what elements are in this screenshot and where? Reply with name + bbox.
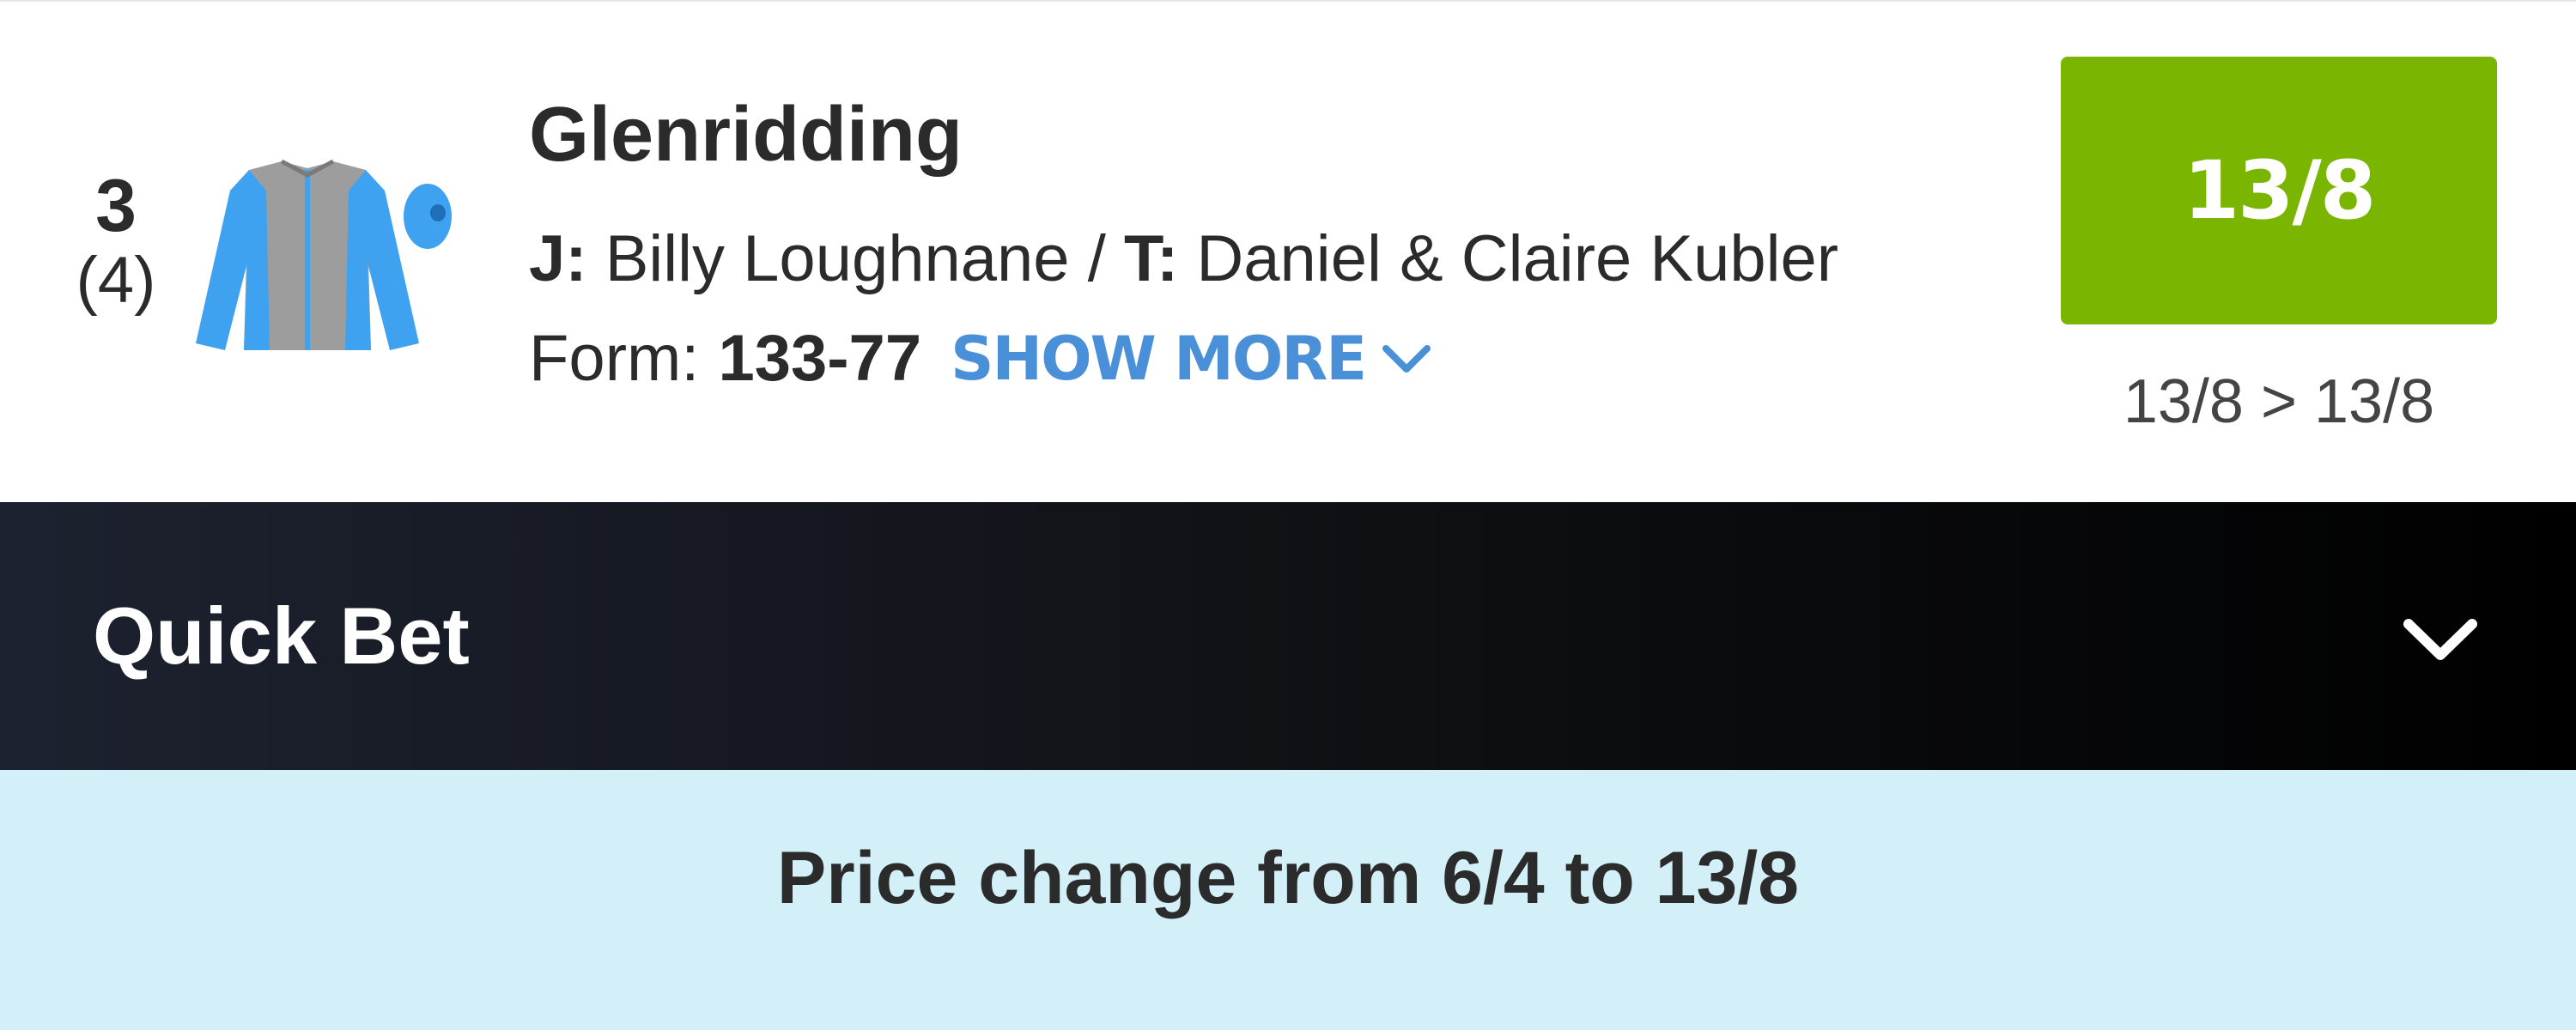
jockey-name: Billy Loughnane [605, 222, 1070, 295]
chevron-down-icon [1382, 345, 1431, 373]
chevron-down-icon [2403, 619, 2477, 660]
form-value: 133-77 [718, 322, 922, 395]
quick-bet-header[interactable]: Quick Bet [0, 502, 2576, 770]
quick-bet-toggle[interactable] [2396, 595, 2485, 684]
connections-separator: / [1087, 222, 1106, 295]
show-more-label: SHOW MORE [951, 324, 1367, 394]
show-more-button[interactable]: SHOW MORE [951, 329, 1431, 389]
trainer-name: Daniel & Claire Kubler [1196, 222, 1839, 295]
stall-draw: (4) [76, 244, 156, 317]
jockey-label: J: [529, 222, 587, 295]
runner-details: Glenridding J: Billy Loughnane / T: Dani… [529, 96, 2057, 391]
saddle-cloth: 3 (4) [69, 169, 163, 313]
odds-value: 13/8 [2183, 143, 2377, 238]
runner-name[interactable]: Glenridding [529, 96, 2057, 173]
jockey-silk-icon [187, 156, 462, 362]
runner-connections: J: Billy Loughnane / T: Daniel & Claire … [529, 227, 2057, 292]
form-line: Form: 133-77 SHOW MORE [529, 326, 2057, 391]
odds-button[interactable]: 13/8 [2061, 57, 2497, 324]
page: 3 (4) Glenridding J: Billy Loughnane / T… [0, 0, 2576, 1030]
price-history: 13/8 > 13/8 [2123, 367, 2435, 436]
runner-card[interactable]: 3 (4) Glenridding J: Billy Loughnane / T… [0, 0, 2576, 502]
quick-bet-title: Quick Bet [93, 591, 470, 681]
trainer-label: T: [1123, 222, 1179, 295]
price-change-notice: Price change from 6/4 to 13/8 [0, 770, 2576, 1030]
saddle-number: 3 [95, 165, 137, 247]
form-label: Form: [529, 322, 700, 395]
price-change-message: Price change from 6/4 to 13/8 [776, 836, 1800, 919]
